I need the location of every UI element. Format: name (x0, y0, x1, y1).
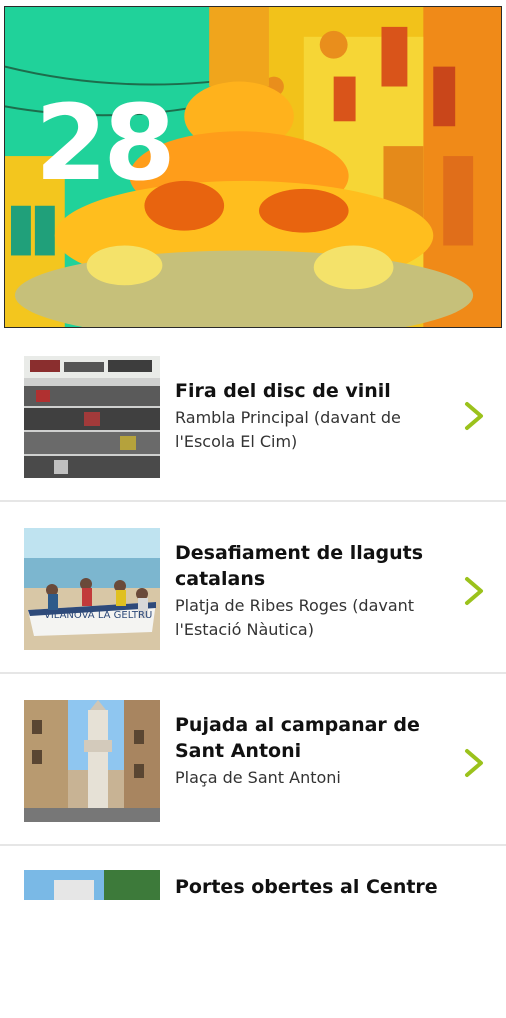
event-item-llaguts-challenge[interactable]: VILANOVA LA GELTRU Desafiament de llagut… (0, 504, 506, 674)
event-location: Platja de Ribes Roges (davant l'Estació … (175, 596, 415, 639)
event-title: Portes obertes al Centre (175, 876, 438, 898)
event-thumbnail (24, 700, 160, 822)
event-location: Plaça de Sant Antoni (175, 768, 341, 787)
event-text: Portes obertes al Centre (175, 874, 445, 900)
event-thumbnail (24, 870, 160, 900)
event-title: Pujada al campanar de Sant Antoni (175, 714, 420, 762)
chevron-right-icon[interactable] (462, 576, 486, 606)
event-thumbnail: VILANOVA LA GELTRU (24, 528, 160, 650)
event-text: Pujada al campanar de Sant Antoni Plaça … (175, 712, 445, 790)
event-text: Fira del disc de vinil Rambla Principal … (175, 378, 445, 454)
event-item-open-doors[interactable]: Portes obertes al Centre (0, 848, 506, 1018)
event-text: Desafiament de llaguts catalans Platja d… (175, 540, 445, 642)
event-location: Rambla Principal (davant de l'Escola El … (175, 408, 401, 451)
event-title: Desafiament de llaguts catalans (175, 542, 424, 590)
event-title: Fira del disc de vinil (175, 380, 391, 402)
event-thumbnail (24, 356, 160, 478)
hero-image: 28 (4, 6, 502, 328)
hero-day-number: 28 (35, 82, 176, 204)
event-item-bell-tower[interactable]: Pujada al campanar de Sant Antoni Plaça … (0, 676, 506, 846)
event-item-vinyl-fair[interactable]: Fira del disc de vinil Rambla Principal … (0, 332, 506, 502)
chevron-right-icon[interactable] (462, 748, 486, 778)
chevron-right-icon[interactable] (462, 401, 486, 431)
svg-text:VILANOVA LA GELTRU: VILANOVA LA GELTRU (44, 610, 152, 621)
